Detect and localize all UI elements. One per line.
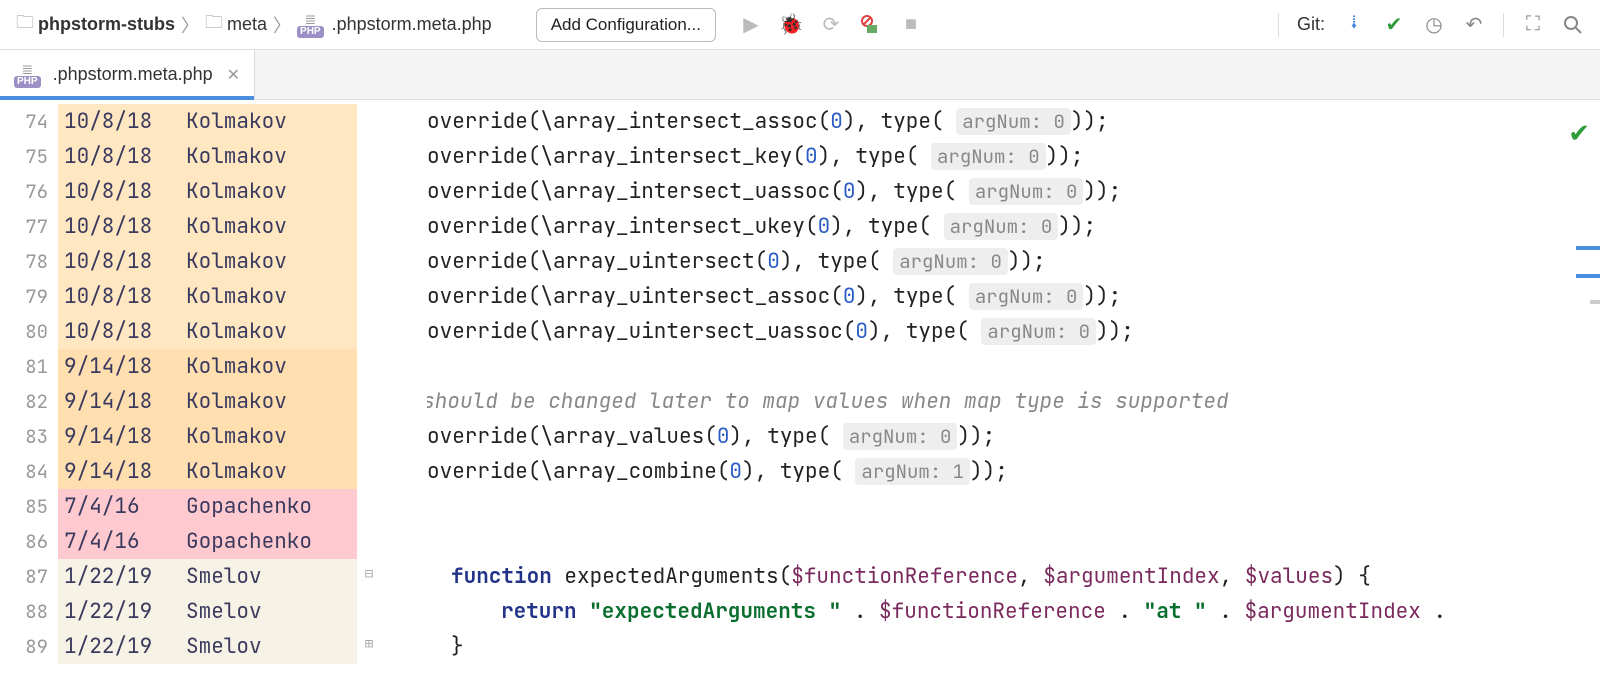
breadcrumb-mid[interactable]: meta (227, 14, 267, 35)
line-number[interactable]: 84 (0, 454, 58, 489)
parameter-hint: argNum: 0 (956, 108, 1071, 135)
scroll-marker[interactable] (1576, 274, 1600, 278)
inspection-ok-icon[interactable]: ✔ (1568, 118, 1590, 149)
tab-name: .phpstorm.meta.php (53, 64, 213, 85)
blame-annotation[interactable]: 1/22/19Smelov (58, 559, 357, 594)
line-number[interactable]: 77 (0, 209, 58, 244)
blame-annotation[interactable]: 9/14/18Kolmakov (58, 454, 357, 489)
code-line (427, 489, 1600, 524)
breadcrumb[interactable]: 🗀 phpstorm-stubs 〉 🗀 meta 〉 ≣PHP .phpsto… (16, 10, 492, 40)
parameter-hint: argNum: 1 (855, 458, 970, 485)
code-line: override(\array_intersect_assoc(0), type… (427, 104, 1600, 139)
chevron-right-icon: 〉 (181, 12, 199, 38)
parameter-hint: argNum: 0 (969, 178, 1084, 205)
blame-annotation[interactable]: 7/4/16Gopachenko (58, 524, 357, 559)
parameter-hint: argNum: 0 (843, 423, 958, 450)
presentation-icon[interactable]: ⛶ (1522, 14, 1544, 36)
blame-annotation[interactable]: 7/4/16Gopachenko (58, 489, 357, 524)
line-number[interactable]: 82 (0, 384, 58, 419)
folder-icon: 🗀 (16, 10, 34, 40)
line-number[interactable]: 79 (0, 279, 58, 314)
scroll-marker[interactable] (1590, 300, 1600, 304)
tab-phpstorm-meta[interactable]: ≣PHP .phpstorm.meta.php ✕ (0, 50, 255, 99)
editor: 7410/8/18Kolmakov 7510/8/18Kolmakov 7610… (0, 100, 1600, 698)
line-number[interactable]: 85 (0, 489, 58, 524)
inspection-rail: ✔ (1560, 100, 1600, 698)
blame-annotation[interactable]: 9/14/18Kolmakov (58, 419, 357, 454)
search-icon[interactable] (1562, 14, 1584, 36)
line-number[interactable]: 80 (0, 314, 58, 349)
code-line: override(\array_intersect_ukey(0), type(… (427, 209, 1600, 244)
code-line: override(\array_values(0), type( argNum:… (427, 419, 1600, 454)
run-icon[interactable]: ▶ (740, 14, 762, 36)
breadcrumb-file[interactable]: .phpstorm.meta.php (332, 14, 492, 35)
profiler-icon[interactable] (860, 14, 882, 36)
parameter-hint: argNum: 0 (981, 318, 1096, 345)
coverage-icon[interactable]: ⟳ (820, 14, 842, 36)
run-controls: ▶ 🐞 ⟳ ■ (740, 14, 922, 36)
line-number[interactable]: 87 (0, 559, 58, 594)
chevron-right-icon: 〉 (273, 12, 291, 38)
blame-annotation[interactable]: 10/8/18Kolmakov (58, 314, 357, 349)
code-line: //should be changed later to map values … (427, 384, 1600, 419)
fold-gutter: ⊟ ⊞ (357, 100, 427, 698)
code-line: override(\array_uintersect_uassoc(0), ty… (427, 314, 1600, 349)
code-line (427, 524, 1600, 559)
code-line: } (427, 629, 1600, 664)
add-configuration-button[interactable]: Add Configuration... (536, 8, 716, 42)
folder-icon: 🗀 (205, 10, 223, 40)
code-line: override(\array_intersect_uassoc(0), typ… (427, 174, 1600, 209)
line-number[interactable]: 86 (0, 524, 58, 559)
php-file-icon: ≣PHP (14, 62, 41, 88)
fold-expand-icon[interactable]: ⊞ (361, 636, 377, 652)
parameter-hint: argNum: 0 (931, 143, 1046, 170)
code-line: return "expectedArguments " . $functionR… (427, 594, 1600, 629)
php-file-icon: ≣PHP (297, 12, 324, 38)
git-revert-icon[interactable]: ↶ (1463, 14, 1485, 36)
blame-annotation[interactable]: 1/22/19Smelov (58, 594, 357, 629)
git-history-icon[interactable]: ◷ (1423, 14, 1445, 36)
blame-annotation[interactable]: 10/8/18Kolmakov (58, 209, 357, 244)
parameter-hint: argNum: 0 (893, 248, 1008, 275)
code-line: override(\array_combine(0), type( argNum… (427, 454, 1600, 489)
toolbar: 🗀 phpstorm-stubs 〉 🗀 meta 〉 ≣PHP .phpsto… (0, 0, 1600, 50)
blame-annotation[interactable]: 9/14/18Kolmakov (58, 349, 357, 384)
git-update-icon[interactable]: ⭭ (1343, 14, 1365, 36)
fold-collapse-icon[interactable]: ⊟ (361, 566, 377, 582)
divider (1278, 13, 1279, 37)
blame-annotation[interactable]: 10/8/18Kolmakov (58, 104, 357, 139)
line-number[interactable]: 74 (0, 104, 58, 139)
blame-annotation[interactable]: 1/22/19Smelov (58, 629, 357, 664)
blame-annotation[interactable]: 9/14/18Kolmakov (58, 384, 357, 419)
line-number[interactable]: 88 (0, 594, 58, 629)
line-number[interactable]: 75 (0, 139, 58, 174)
git-commit-icon[interactable]: ✔ (1383, 14, 1405, 36)
code-line: override(\array_intersect_key(0), type( … (427, 139, 1600, 174)
debug-icon[interactable]: 🐞 (780, 14, 802, 36)
line-number[interactable]: 83 (0, 419, 58, 454)
line-number[interactable]: 89 (0, 629, 58, 664)
blame-annotation[interactable]: 10/8/18Kolmakov (58, 279, 357, 314)
line-number[interactable]: 76 (0, 174, 58, 209)
code-line: function expectedArguments($functionRefe… (427, 559, 1600, 594)
gutter: 7410/8/18Kolmakov 7510/8/18Kolmakov 7610… (0, 100, 357, 698)
editor-tabs: ≣PHP .phpstorm.meta.php ✕ (0, 50, 1600, 100)
stop-icon[interactable]: ■ (900, 14, 922, 36)
line-number[interactable]: 78 (0, 244, 58, 279)
git-label: Git: (1297, 14, 1325, 35)
scroll-marker[interactable] (1576, 246, 1600, 250)
breadcrumb-root[interactable]: phpstorm-stubs (38, 14, 175, 35)
divider (1503, 13, 1504, 37)
code-line (427, 349, 1600, 384)
code-line: override(\array_uintersect(0), type( arg… (427, 244, 1600, 279)
code-line: override(\array_uintersect_assoc(0), typ… (427, 279, 1600, 314)
blame-annotation[interactable]: 10/8/18Kolmakov (58, 139, 357, 174)
blame-annotation[interactable]: 10/8/18Kolmakov (58, 244, 357, 279)
blame-annotation[interactable]: 10/8/18Kolmakov (58, 174, 357, 209)
line-number[interactable]: 81 (0, 349, 58, 384)
parameter-hint: argNum: 0 (944, 213, 1059, 240)
code-area[interactable]: override(\array_intersect_assoc(0), type… (427, 100, 1600, 698)
parameter-hint: argNum: 0 (969, 283, 1084, 310)
close-icon[interactable]: ✕ (227, 65, 240, 85)
